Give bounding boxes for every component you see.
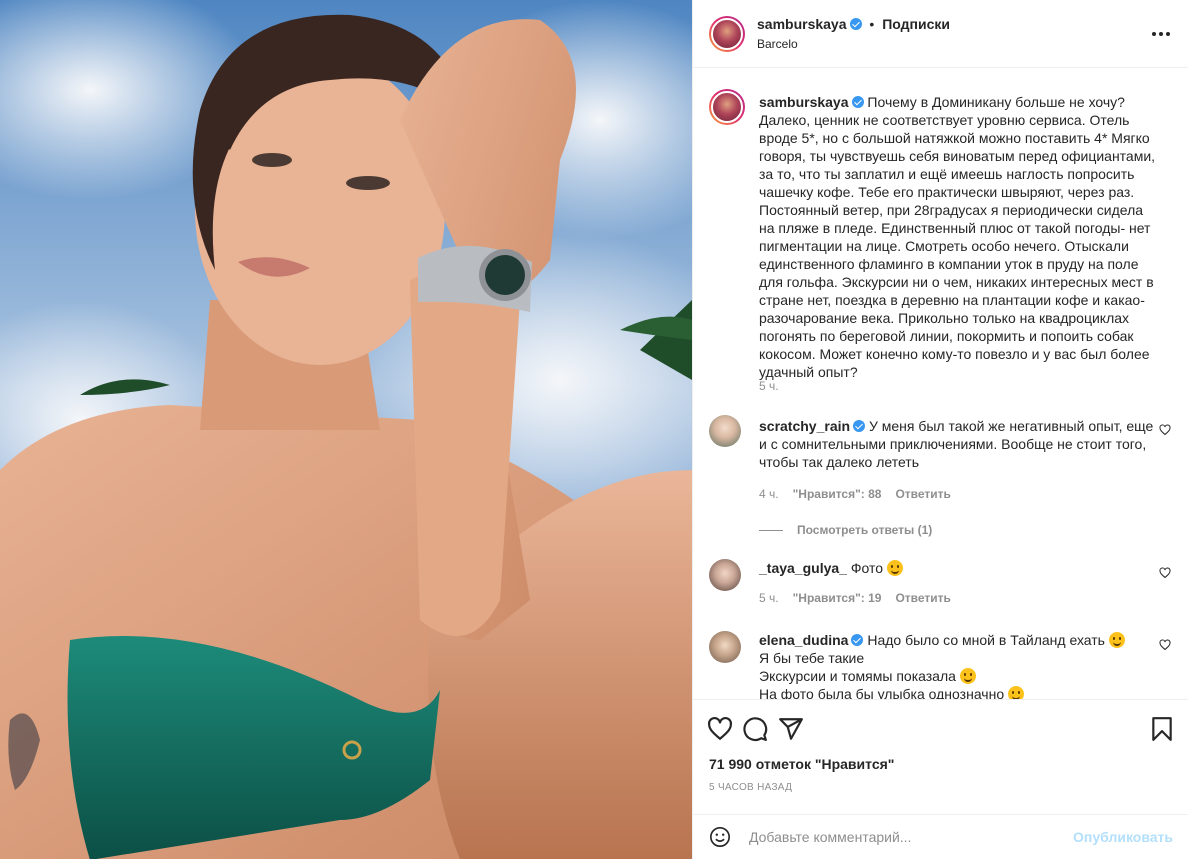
- reply-button[interactable]: Ответить: [895, 591, 950, 605]
- comment-text-line-2: Я бы тебе такие: [759, 650, 865, 666]
- comment-input[interactable]: [749, 824, 1069, 850]
- caption-username[interactable]: samburskaya: [759, 94, 849, 110]
- follow-status[interactable]: Подписки: [882, 16, 950, 32]
- comment-text-line-4: На фото была бы улыбка однозначно: [759, 686, 1005, 699]
- comments-list[interactable]: samburskaya Почему в Доминикану больше н…: [693, 69, 1188, 699]
- comment-text-line-3: Экскурсии и томямы показала: [759, 668, 956, 684]
- grimace-emoji-icon: [1008, 686, 1024, 699]
- comment-text-block: elena_dudina Надо было со мной в Тайланд…: [759, 631, 1159, 699]
- verified-badge-icon: [851, 96, 864, 108]
- comment-text-line-1: Надо было со мной в Тайланд ехать: [867, 632, 1105, 648]
- caption-text: Почему в Доминикану больше не хочу? Дале…: [759, 94, 1156, 380]
- ellipsis-horizontal-icon[interactable]: [1149, 24, 1173, 44]
- comment-time[interactable]: 4 ч.: [759, 487, 779, 501]
- comment-text: Фото: [850, 560, 884, 576]
- comment-icon[interactable]: [742, 716, 768, 742]
- heart-icon[interactable]: [707, 716, 733, 742]
- comment-time[interactable]: 5 ч.: [759, 591, 779, 605]
- comment-item: elena_dudina Надо было со мной в Тайланд…: [709, 629, 1173, 699]
- author-avatar[interactable]: [709, 16, 745, 52]
- comment-meta: 5 ч. "Нравится": 19 Ответить: [759, 591, 951, 605]
- commenter-avatar[interactable]: [709, 631, 741, 663]
- wink-emoji-icon: [1108, 632, 1125, 648]
- grin-sweat-emoji-icon: [959, 668, 976, 684]
- comment-meta: 4 ч. "Нравится": 88 Ответить: [759, 487, 951, 501]
- comment-username[interactable]: scratchy_rain: [759, 418, 850, 434]
- comment-item: _taya_gulya_ Фото 5 ч. "Нравится": 19 Отве…: [709, 557, 1173, 617]
- view-replies-button[interactable]: Посмотреть ответы (1): [759, 521, 932, 537]
- commenter-avatar[interactable]: [709, 559, 741, 591]
- selfie-illustration: [0, 0, 692, 859]
- add-comment-bar: Опубликовать: [693, 814, 1188, 859]
- caption-time[interactable]: 5 ч.: [759, 379, 779, 393]
- post-photo[interactable]: [0, 0, 692, 859]
- post-actions: 71 990 отметок "Нравится" 5 ЧАСОВ НАЗАД: [693, 699, 1188, 814]
- verified-badge-icon: [851, 634, 864, 646]
- commenter-avatar[interactable]: [709, 415, 741, 447]
- heart-outline-icon[interactable]: [1159, 424, 1171, 436]
- view-replies-label: Посмотреть ответы (1): [797, 523, 933, 537]
- post-location[interactable]: Barcelo: [757, 37, 798, 51]
- caption-block: samburskaya Почему в Доминикану больше н…: [709, 89, 1173, 399]
- verified-badge-icon: [849, 18, 862, 30]
- comment-username[interactable]: elena_dudina: [759, 632, 848, 648]
- comment-text-block: scratchy_rain У меня был такой же негати…: [759, 417, 1159, 471]
- paper-plane-icon[interactable]: [778, 716, 804, 742]
- caption-avatar[interactable]: [709, 89, 745, 125]
- comment-likes[interactable]: "Нравится": 19: [793, 591, 882, 605]
- smiley-icon[interactable]: [709, 826, 731, 848]
- publish-button[interactable]: Опубликовать: [1073, 829, 1173, 845]
- bookmark-icon[interactable]: [1149, 716, 1175, 742]
- post-time[interactable]: 5 ЧАСОВ НАЗАД: [709, 782, 792, 793]
- comment-username[interactable]: _taya_gulya_: [759, 560, 847, 576]
- likes-count[interactable]: 71 990 отметок "Нравится": [709, 756, 894, 772]
- caption-text-block: samburskaya Почему в Доминикану больше н…: [759, 93, 1159, 381]
- author-username[interactable]: samburskaya: [757, 16, 847, 32]
- instagram-post: samburskaya • Подписки Barcelo samburska…: [0, 0, 1188, 859]
- star-struck-emoji-icon: [886, 560, 903, 576]
- comment-likes[interactable]: "Нравится": 88: [793, 487, 882, 501]
- heart-outline-icon[interactable]: [1159, 567, 1171, 579]
- header-separator: •: [869, 16, 875, 32]
- heart-outline-icon[interactable]: [1159, 639, 1171, 651]
- reply-button[interactable]: Ответить: [895, 487, 950, 501]
- verified-badge-icon: [853, 420, 866, 432]
- replies-divider: [759, 529, 783, 531]
- post-sidebar: samburskaya • Подписки Barcelo samburska…: [692, 0, 1188, 859]
- comment-item: scratchy_rain У меня был такой же негати…: [709, 415, 1173, 545]
- post-header: samburskaya • Подписки Barcelo: [693, 0, 1188, 68]
- comment-text-block: _taya_gulya_ Фото: [759, 559, 1159, 577]
